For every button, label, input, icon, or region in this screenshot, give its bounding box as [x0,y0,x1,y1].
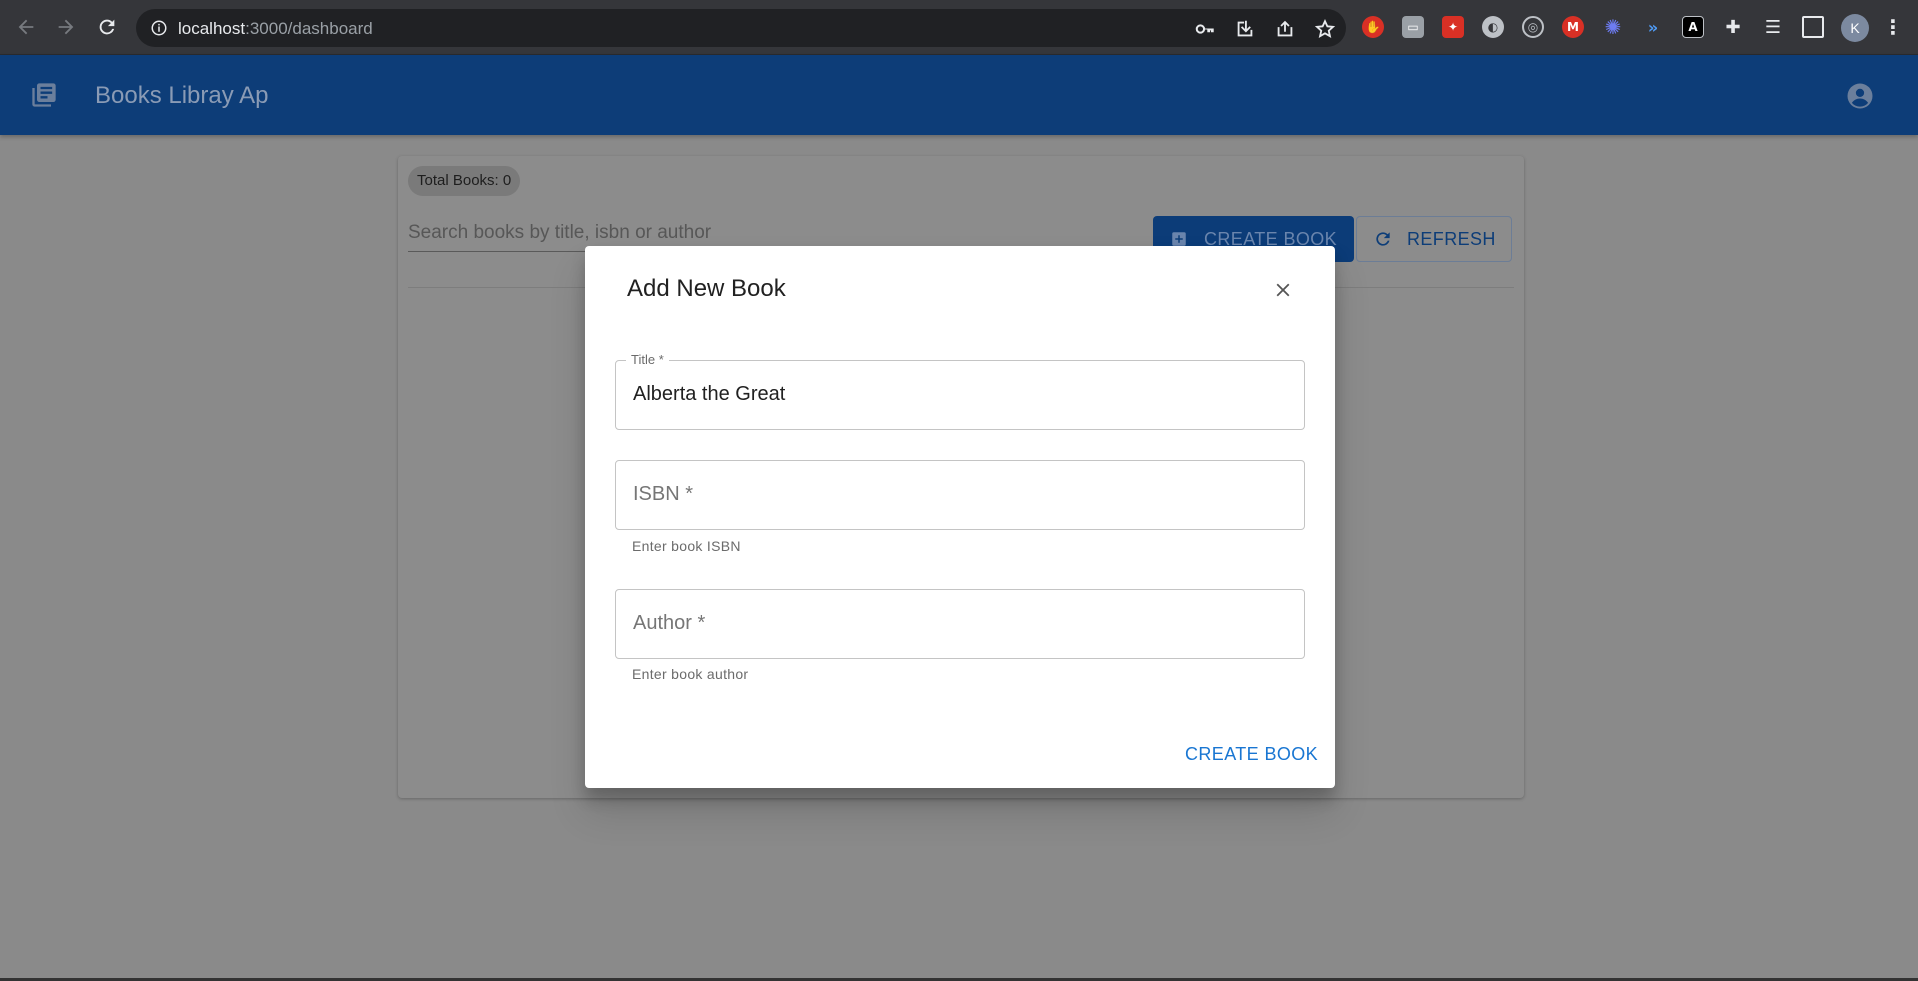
close-button[interactable] [1269,276,1297,304]
title-field[interactable]: Title * Alberta the Great [615,352,1305,430]
author-helper-text: Enter book author [632,666,749,682]
site-info-icon[interactable] [150,19,168,37]
profile-avatar[interactable]: K [1841,14,1869,42]
add-book-dialog: Add New Book Title * Alberta the Great I… [585,246,1335,788]
gmail-ext-icon[interactable]: M [1562,16,1584,38]
title-value: Alberta the Great [633,383,786,405]
key-icon[interactable] [1194,18,1216,40]
reading-list-icon[interactable]: ☰ [1762,16,1784,38]
arrow-right-icon [58,19,74,35]
back-button[interactable] [12,13,40,41]
author-placeholder: Author * [633,612,706,634]
share-icon[interactable] [1274,18,1296,40]
puzzle-red-ext-icon[interactable]: ✦ [1442,16,1464,38]
dialog-title: Add New Book [627,275,786,302]
globe-ext-icon[interactable]: ◐ [1482,16,1504,38]
wave-ext-icon[interactable]: » [1642,16,1664,38]
arrow-left-icon [18,19,34,35]
target-ext-icon[interactable]: ◎ [1522,16,1544,38]
side-panel-icon[interactable] [1802,16,1824,38]
author-field[interactable]: Author * [615,589,1305,659]
angular-ext-icon[interactable]: A [1682,16,1704,38]
reload-button[interactable] [93,13,121,41]
extensions-icon[interactable]: ✚ [1722,16,1744,38]
chrome-menu-icon[interactable]: ⋮ [1882,15,1904,39]
browser-toolbar: localhost:3000/dashboard ✋ ▭ ✦ ◐ ◎ M ✺ »… [0,0,1918,55]
url-text: localhost:3000/dashboard [178,19,373,39]
app-bar: Books Libray Ap [0,55,1918,135]
title-label: Title * [626,352,669,367]
app-title: Books Libray Ap [95,82,269,109]
card-ext-icon[interactable]: ▭ [1402,16,1424,38]
reload-icon [99,19,115,35]
refresh-icon [1376,232,1390,246]
account-circle-icon[interactable] [1845,81,1875,111]
isbn-field[interactable]: ISBN * [615,460,1305,530]
forward-button[interactable] [52,13,80,41]
dialog-create-book-button[interactable]: CREATE BOOK [1185,744,1318,765]
hand-ext-icon[interactable]: ✋ [1362,16,1384,38]
refresh-label: REFRESH [1407,228,1496,249]
isbn-helper-text: Enter book ISBN [632,538,741,554]
total-books-chip: Total Books: 0 [408,166,521,196]
address-bar[interactable]: localhost:3000/dashboard [136,9,1346,47]
bookmark-star-icon[interactable] [1314,18,1336,40]
install-app-icon[interactable] [1234,18,1256,40]
search-placeholder: Search books by title, isbn or author [408,222,712,243]
library-books-icon[interactable] [30,81,58,109]
refresh-button[interactable]: REFRESH [1356,216,1512,262]
isbn-placeholder: ISBN * [633,483,694,505]
starburst-ext-icon[interactable]: ✺ [1602,15,1624,39]
close-icon [1276,283,1290,297]
url-host: localhost [178,19,246,38]
url-path: :3000/dashboard [245,19,373,38]
